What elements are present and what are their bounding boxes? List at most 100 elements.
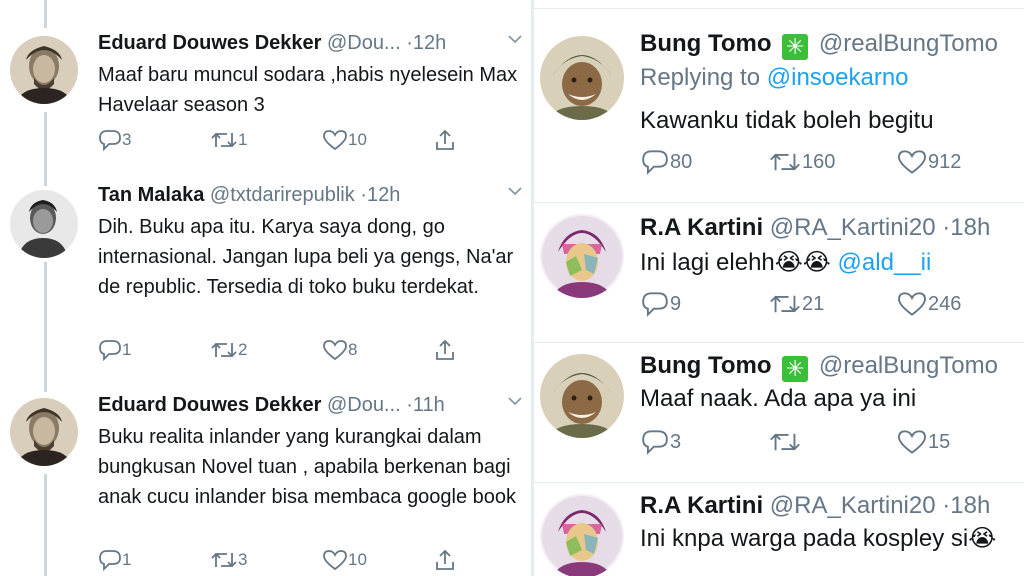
tweet-actions: 9 21 246 <box>640 290 1024 318</box>
user-handle[interactable]: @realBungTomo <box>819 352 998 379</box>
retweet-button[interactable]: 3 <box>210 548 322 572</box>
retweet-count: 160 <box>802 150 836 173</box>
user-handle[interactable]: @realBungTomo <box>819 30 998 57</box>
reply-button[interactable]: 80 <box>640 148 768 176</box>
like-count: 10 <box>348 130 367 149</box>
reply-button[interactable]: 1 <box>98 548 210 572</box>
reply-count: 1 <box>122 340 132 359</box>
like-button[interactable]: 10 <box>322 548 434 572</box>
replying-to-label: Replying to <box>640 64 761 91</box>
like-button[interactable]: 15 <box>896 428 1024 456</box>
like-icon <box>322 549 348 571</box>
reply-icon <box>98 549 122 571</box>
retweet-icon <box>210 129 238 151</box>
tweet-actions: 3 15 <box>640 428 1024 456</box>
display-name[interactable]: R.A Kartini <box>640 214 763 241</box>
retweet-count: 2 <box>238 340 248 359</box>
reply-button[interactable]: 9 <box>640 290 768 318</box>
avatar[interactable] <box>540 354 624 438</box>
avatar[interactable] <box>10 190 78 258</box>
replying-to-link[interactable]: @insoekarno <box>767 64 909 91</box>
user-handle[interactable]: @Dou... <box>327 394 401 416</box>
retweet-button[interactable]: 21 <box>768 290 896 318</box>
tweet[interactable]: Tan Malaka @txtdarirepublik ·12h Dih. Bu… <box>0 180 532 386</box>
avatar[interactable] <box>540 36 624 120</box>
tweet-text: Kawanku tidak boleh begitu <box>640 107 934 134</box>
avatar[interactable] <box>540 494 624 576</box>
share-button[interactable] <box>434 338 532 362</box>
tweet-text: Dih. Buku apa itu. Karya saya dong, go i… <box>98 216 514 298</box>
tweet-text: Maaf naak. Ada apa ya ini <box>640 385 917 412</box>
tweet-text: Ini lagi elehh😭😭 <box>640 249 831 276</box>
share-button[interactable] <box>434 128 532 152</box>
retweet-button[interactable]: 1 <box>210 128 322 152</box>
display-name[interactable]: Eduard Douwes Dekker <box>98 394 321 416</box>
chevron-down-icon[interactable] <box>506 392 524 415</box>
like-button[interactable]: 8 <box>322 338 434 362</box>
user-handle[interactable]: @RA_Kartini20 <box>770 492 936 519</box>
user-handle[interactable]: @RA_Kartini20 <box>770 214 936 241</box>
chevron-down-icon[interactable] <box>506 30 524 53</box>
divider-line <box>534 342 1024 343</box>
tweet[interactable]: Bung Tomo ✳ @realBungTomo Replying to @i… <box>534 10 1024 206</box>
display-name[interactable]: R.A Kartini <box>640 492 763 519</box>
like-icon <box>896 429 928 455</box>
verified-icon: ✳ <box>782 34 809 60</box>
reply-count: 3 <box>670 430 682 453</box>
display-name[interactable]: Bung Tomo <box>640 30 772 57</box>
reply-count: 9 <box>670 292 682 315</box>
tweet-actions: 80 160 912 <box>640 148 1024 176</box>
avatar[interactable] <box>540 214 624 298</box>
user-handle[interactable]: @txtdarirepublik <box>210 184 355 206</box>
divider-line <box>534 202 1024 203</box>
tweet-header: Bung Tomo ✳ @realBungTomo <box>640 352 998 382</box>
verified-icon: ✳ <box>782 356 809 382</box>
reply-icon <box>640 429 670 455</box>
display-name[interactable]: Eduard Douwes Dekker <box>98 32 321 54</box>
like-icon <box>896 149 928 175</box>
retweet-button[interactable] <box>768 428 896 456</box>
reply-button[interactable]: 3 <box>640 428 768 456</box>
display-name[interactable]: Bung Tomo <box>640 352 772 379</box>
like-icon <box>896 291 928 317</box>
tweet-actions: 1 3 10 <box>98 548 532 572</box>
reply-icon <box>98 129 122 151</box>
tweet[interactable]: Eduard Douwes Dekker @Dou... ·12h Maaf b… <box>0 0 532 180</box>
retweet-button[interactable]: 160 <box>768 148 896 176</box>
display-name[interactable]: Tan Malaka <box>98 184 204 206</box>
tweet-header: R.A Kartini @RA_Kartini20 ·18h <box>640 214 990 242</box>
like-button[interactable]: 10 <box>322 128 434 152</box>
tweet-header: Eduard Douwes Dekker @Dou... ·12h <box>98 32 446 55</box>
tweet[interactable]: R.A Kartini @RA_Kartini20 ·18h Ini knpa … <box>534 486 1024 576</box>
avatar[interactable] <box>10 36 78 104</box>
avatar[interactable] <box>10 398 78 466</box>
like-button[interactable]: 912 <box>896 148 1024 176</box>
reply-icon <box>640 291 670 317</box>
mention-link[interactable]: @ald__ii <box>838 249 932 276</box>
tweet[interactable]: Eduard Douwes Dekker @Dou... ·11h Buku r… <box>0 392 532 576</box>
tweet-header: Eduard Douwes Dekker @Dou... ·11h <box>98 394 445 417</box>
tweet-actions: 3 1 10 <box>98 128 532 152</box>
like-icon <box>322 129 348 151</box>
retweet-icon <box>768 291 802 317</box>
timestamp[interactable]: 12h <box>367 184 400 206</box>
divider-line <box>534 482 1024 483</box>
tweet[interactable]: Bung Tomo ✳ @realBungTomo Maaf naak. Ada… <box>534 346 1024 486</box>
timestamp[interactable]: 18h <box>950 492 990 519</box>
share-icon <box>434 548 456 572</box>
timestamp[interactable]: 18h <box>950 214 990 241</box>
reply-button[interactable]: 3 <box>98 128 210 152</box>
replying-to: Replying to @insoekarno <box>640 64 909 92</box>
tweet-header: Tan Malaka @txtdarirepublik ·12h <box>98 184 400 207</box>
retweet-button[interactable]: 2 <box>210 338 322 362</box>
share-button[interactable] <box>434 548 532 572</box>
timestamp[interactable]: 12h <box>413 32 446 54</box>
tweet-header: Bung Tomo ✳ @realBungTomo <box>640 30 998 60</box>
user-handle[interactable]: @Dou... <box>327 32 401 54</box>
like-button[interactable]: 246 <box>896 290 1024 318</box>
tweet-actions: 1 2 8 <box>98 338 532 362</box>
reply-button[interactable]: 1 <box>98 338 210 362</box>
timestamp[interactable]: 11h <box>413 394 445 416</box>
tweet[interactable]: R.A Kartini @RA_Kartini20 ·18h Ini lagi … <box>534 206 1024 346</box>
chevron-down-icon[interactable] <box>506 182 524 205</box>
